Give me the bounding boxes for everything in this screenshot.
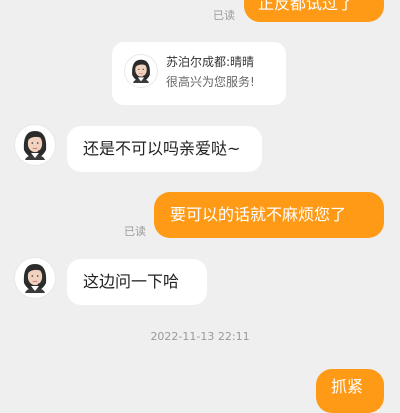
chat-conversation: 正反都试过了 已读 苏泊尔成都:晴晴 很高兴为您服务! 还是不可以吗亲爱哒~ 要… xyxy=(0,0,400,413)
message-text: 抓紧 xyxy=(331,377,364,396)
agent-avatar-icon xyxy=(14,124,56,166)
message-text: 还是不可以吗亲爱哒~ xyxy=(83,139,241,158)
message-text: 这边问一下哈 xyxy=(83,272,180,291)
agent-name: 苏泊尔成都:晴晴 xyxy=(166,55,255,69)
agent-avatar-icon xyxy=(124,54,158,88)
agent-avatar-icon xyxy=(14,257,56,299)
message-text: 要可以的话就不麻烦您了 xyxy=(170,205,347,224)
message-bubble-incoming[interactable]: 这边问一下哈 xyxy=(67,259,207,305)
message-text: 正反都试过了 xyxy=(258,0,355,13)
read-receipt: 已读 xyxy=(213,9,235,22)
welcome-card: 苏泊尔成都:晴晴 很高兴为您服务! xyxy=(112,42,286,105)
message-timestamp: 2022-11-13 22:11 xyxy=(150,330,250,343)
message-bubble-incoming[interactable]: 还是不可以吗亲爱哒~ xyxy=(67,126,262,172)
welcome-text: 很高兴为您服务! xyxy=(166,75,255,89)
message-bubble-outgoing[interactable]: 抓紧 xyxy=(316,369,384,413)
message-bubble-outgoing[interactable]: 正反都试过了 xyxy=(244,0,384,22)
message-bubble-outgoing[interactable]: 要可以的话就不麻烦您了 xyxy=(154,192,384,238)
read-receipt: 已读 xyxy=(124,225,146,238)
